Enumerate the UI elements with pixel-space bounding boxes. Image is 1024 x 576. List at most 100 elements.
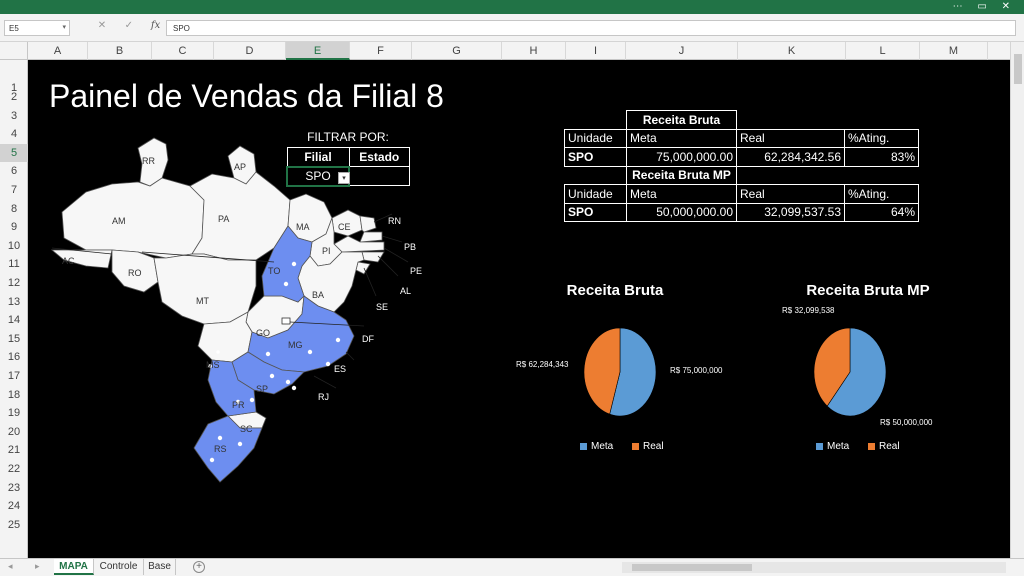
formula-bar-icons: ✕ ✓ fx [90,20,168,31]
row-header-2[interactable]: 2 [0,88,28,107]
sheet-tab-base[interactable]: Base [144,559,176,575]
row-header-4[interactable]: 4 [0,125,28,144]
row-header-13[interactable]: 13 [0,293,28,312]
rb-unidade: SPO [564,147,627,167]
select-all-corner[interactable] [0,42,28,60]
row-header-20[interactable]: 20 [0,423,28,442]
column-header-b[interactable]: B [88,42,152,60]
filter-panel: FILTRAR POR: Filial Estado SPO ▾ [286,130,410,187]
row-header-19[interactable]: 19 [0,404,28,423]
confirm-icon[interactable]: ✓ [117,20,141,31]
add-sheet-icon[interactable]: + [193,561,205,573]
column-header-i[interactable]: I [566,42,626,60]
column-header-g[interactable]: G [412,42,502,60]
row-header-7[interactable]: 7 [0,181,28,200]
vertical-scrollbar[interactable] [1010,42,1024,558]
sheet-tab-mapa[interactable]: MAPA [54,559,94,575]
receita-bruta-mp-title: Receita Bruta MP [626,165,737,185]
row-headers: 1 2 3 4 5 6 7 8 9 10 11 12 13 14 15 16 17 18 19 20 21 22 23 24 2… [0,60,28,558]
svg-text:AM: AM [112,216,126,226]
row-header-24[interactable]: 24 [0,497,28,516]
pie-plot [813,327,887,417]
row-header-18[interactable]: 18 [0,386,28,405]
svg-text:SE: SE [376,302,388,312]
svg-text:PI: PI [322,246,331,256]
row-header-25[interactable]: 25 [0,516,28,535]
name-box[interactable]: E5 ▾ [4,20,70,36]
filial-select-cell[interactable]: SPO ▾ [286,165,350,187]
row-header-23[interactable]: 23 [0,479,28,498]
formula-input[interactable]: SPO [166,20,1016,36]
horizontal-scrollbar[interactable] [622,562,1006,573]
rb-real: 62,284,342.56 [736,147,845,167]
row-header-14[interactable]: 14 [0,311,28,330]
row-header-15[interactable]: 15 [0,330,28,349]
column-header-e[interactable]: E [286,42,350,60]
row-header-1[interactable]: 1 [0,60,28,94]
column-header-l[interactable]: L [846,42,920,60]
map-state-mt [153,253,257,325]
rbmp-unidade: SPO [564,202,627,222]
sheet-nav-arrows[interactable]: ◂ ▸ [8,561,50,572]
svg-text:RR: RR [142,156,155,166]
svg-text:RO: RO [128,268,142,278]
legend-label-real: Real [643,441,664,452]
rbmp-meta: 50,000,000.00 [626,202,737,222]
svg-text:DF: DF [362,334,374,344]
legend-label-meta: Meta [591,441,614,452]
pie-chart-receita-bruta[interactable]: Receita Bruta R$ 62,284,343 R$ 75,000,00… [516,282,723,462]
cancel-icon[interactable]: ✕ [90,20,114,31]
worksheet-grid[interactable]: Painel de Vendas da Filial 8 RR AP AM PA… [28,60,1010,558]
rb-header-real: Real [736,128,845,148]
row-header-16[interactable]: 16 [0,348,28,367]
pie-chart-receita-bruta-mp[interactable]: Receita Bruta MP R$ 32,099,538 R$ 50,000… [768,282,1008,462]
window-controls[interactable]: ⋯ ▭ ✕ [953,1,1016,12]
row-header-6[interactable]: 6 [0,162,28,181]
row-header-10[interactable]: 10 [0,237,28,256]
row-header-22[interactable]: 22 [0,460,28,479]
rbmp-ating: 64% [844,202,919,222]
row-header-5[interactable]: 5 [0,143,28,163]
row-header-17[interactable]: 17 [0,367,28,386]
column-header-d[interactable]: D [214,42,286,60]
sheet-tab-bar: ◂ ▸ MAPA Controle Base + [0,558,1024,576]
row-header-21[interactable]: 21 [0,441,28,460]
filter-table: Filial Estado SPO ▾ [286,147,410,187]
estado-select-cell[interactable] [348,166,410,186]
row-header-11[interactable]: 11 [0,255,28,274]
filial-dropdown-icon[interactable]: ▾ [338,171,350,184]
legend-swatch-meta [816,442,823,450]
filter-header-filial: Filial [286,147,350,167]
vertical-scroll-thumb[interactable] [1014,54,1022,84]
svg-text:PA: PA [218,214,229,224]
name-box-dropdown-icon[interactable]: ▾ [62,23,66,31]
svg-text:PR: PR [232,400,245,410]
row-header-8[interactable]: 8 [0,200,28,219]
rb-header-ating: %Ating. [844,128,919,148]
insert-function-icon[interactable]: fx [144,20,168,31]
legend-swatch-real [868,442,876,450]
column-header-j[interactable]: J [626,42,738,60]
legend-swatch-real [632,442,640,450]
rbmp-header-unidade: Unidade [564,184,627,204]
filial-select-value: SPO [305,169,331,183]
data-label-real: R$ 32,099,538 [782,306,835,315]
column-header-m[interactable]: M [920,42,988,60]
column-header-f[interactable]: F [350,42,412,60]
row-header-12[interactable]: 12 [0,274,28,293]
svg-text:MG: MG [288,340,303,350]
formula-bar: E5 ▾ ✕ ✓ fx SPO [0,14,1024,42]
chart-legend: Meta Real [580,441,680,452]
rb-ating: 83% [844,147,919,167]
rb-meta: 75,000,000.00 [626,147,737,167]
row-header-3[interactable]: 3 [0,107,28,126]
horizontal-scroll-thumb[interactable] [632,564,752,571]
column-header-k[interactable]: K [738,42,846,60]
svg-text:BA: BA [312,290,324,300]
column-header-h[interactable]: H [502,42,566,60]
row-header-9[interactable]: 9 [0,218,28,237]
legend-item-meta: Meta [816,441,849,452]
column-header-a[interactable]: A [28,42,88,60]
column-header-c[interactable]: C [152,42,214,60]
sheet-tab-controle[interactable]: Controle [94,559,144,575]
